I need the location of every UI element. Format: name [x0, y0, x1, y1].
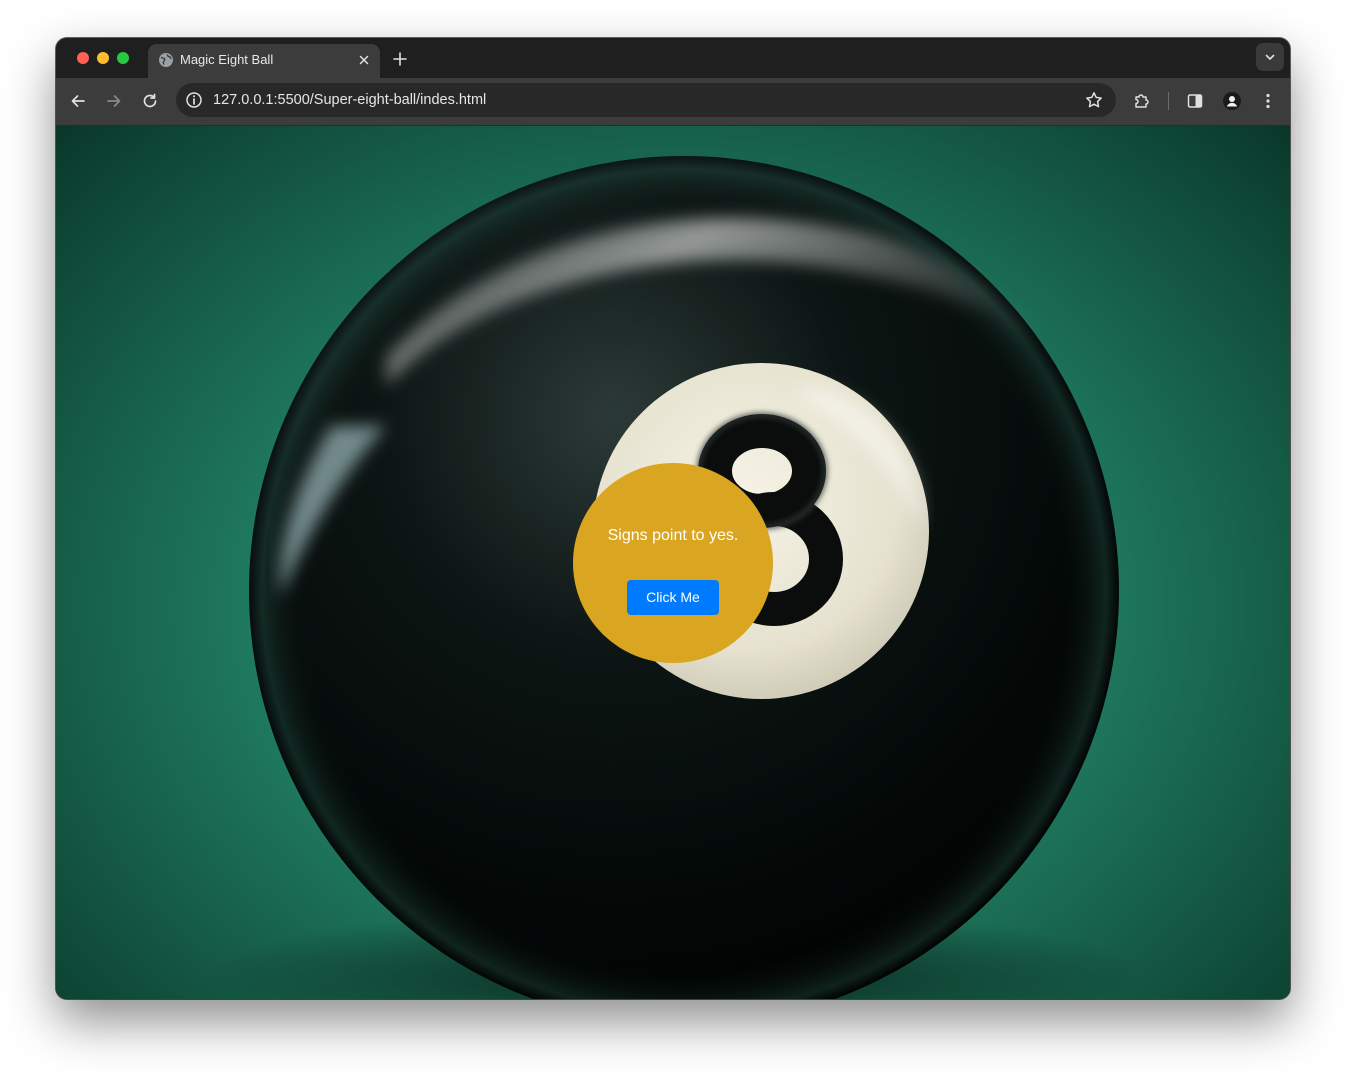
browser-tab[interactable]: Magic Eight Ball — [148, 44, 380, 78]
reload-icon[interactable] — [140, 91, 160, 111]
plus-icon[interactable] — [390, 49, 410, 69]
info-icon[interactable] — [184, 90, 204, 110]
url-text[interactable]: 127.0.0.1:5500/Super-eight-ball/indes.ht… — [213, 91, 486, 109]
close-window-button[interactable] — [77, 52, 89, 64]
tab-search-button[interactable] — [1256, 43, 1284, 71]
arrow-right-icon[interactable] — [104, 91, 124, 111]
close-icon[interactable] — [356, 52, 372, 68]
globe-icon — [159, 53, 173, 67]
browser-toolbar: 127.0.0.1:5500/Super-eight-ball/indes.ht… — [56, 78, 1290, 126]
answer-text: Signs point to yes. — [607, 527, 739, 544]
arrow-left-icon[interactable] — [68, 91, 88, 111]
toolbar-divider — [1168, 92, 1169, 110]
address-bar[interactable]: 127.0.0.1:5500/Super-eight-ball/indes.ht… — [176, 83, 1116, 117]
puzzle-icon[interactable] — [1132, 91, 1152, 111]
star-icon[interactable] — [1084, 90, 1104, 110]
magic-eight-ball: Signs point to yes. Click Me — [573, 463, 773, 663]
more-vert-icon[interactable] — [1258, 91, 1278, 111]
browser-window: Magic Eight Ball 127.0.0.1:5500/Super-ei… — [56, 38, 1290, 999]
minimize-window-button[interactable] — [97, 52, 109, 64]
chevron-down-icon — [1265, 54, 1275, 60]
click-me-button[interactable]: Click Me — [627, 580, 719, 615]
page-viewport: Signs point to yes. Click Me — [56, 126, 1290, 999]
tab-strip: Magic Eight Ball — [56, 38, 1290, 78]
side-panel-icon[interactable] — [1185, 91, 1205, 111]
maximize-window-button[interactable] — [117, 52, 129, 64]
profile-icon[interactable] — [1222, 91, 1242, 111]
tab-title: Magic Eight Ball — [180, 52, 274, 67]
